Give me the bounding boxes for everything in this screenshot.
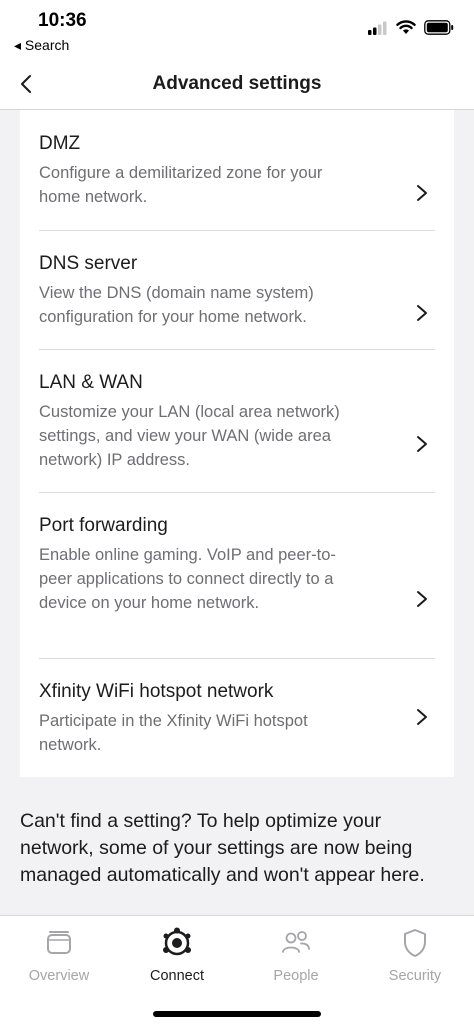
divider [39, 230, 435, 231]
shield-icon [404, 929, 426, 957]
chevron-right-icon [417, 591, 427, 607]
tab-label: Connect [149, 968, 204, 984]
tab-people[interactable]: People [237, 926, 355, 984]
chevron-right-icon [417, 185, 427, 201]
tab-label: Security [388, 968, 442, 984]
overview-icon [47, 931, 71, 954]
tab-bar: Overview Connect People Security [0, 915, 474, 1026]
setting-title: LAN & WAN [39, 372, 143, 393]
setting-item-xfinity-wifi-hotspot[interactable]: Xfinity WiFi hotspot network Participate… [39, 680, 435, 757]
chevron-right-icon [417, 305, 427, 321]
setting-title: Xfinity WiFi hotspot network [39, 681, 274, 702]
setting-item-dmz[interactable]: DMZ Configure a demilitarized zone for y… [39, 132, 435, 209]
settings-footer-note: Can't find a setting? To help optimize y… [20, 810, 425, 886]
status-bar: 10:36 ◂ Search [0, 0, 474, 60]
tab-label: People [273, 968, 319, 984]
chevron-right-icon [417, 436, 427, 452]
divider [39, 492, 435, 493]
navigation-bar: Advanced settings [0, 60, 474, 110]
tab-label: Overview [28, 968, 90, 984]
tab-connect[interactable]: Connect [118, 926, 236, 984]
chevron-right-icon [417, 709, 427, 725]
status-time: 10:36 [38, 10, 87, 31]
setting-item-port-forwarding[interactable]: Port forwarding Enable online gaming. Vo… [39, 514, 435, 615]
divider [39, 349, 435, 350]
setting-description: Participate in the Xfinity WiFi hotspot … [39, 712, 308, 754]
setting-title: DNS server [39, 253, 138, 274]
back-to-search-link[interactable]: ◂ Search [14, 37, 69, 54]
setting-description: Customize your LAN (local area network) … [39, 403, 340, 469]
people-icon [282, 931, 310, 953]
tab-overview[interactable]: Overview [0, 926, 118, 984]
tab-security[interactable]: Security [356, 926, 474, 984]
setting-description: Enable online gaming. VoIP and peer-to-p… [39, 546, 336, 612]
setting-item-lan-wan[interactable]: LAN & WAN Customize your LAN (local area… [39, 371, 435, 472]
divider [39, 658, 435, 659]
setting-item-dns-server[interactable]: DNS server View the DNS (domain name sys… [39, 252, 435, 329]
status-icons [368, 20, 454, 35]
connect-icon [163, 927, 191, 956]
home-indicator [153, 1011, 321, 1017]
setting-description: View the DNS (domain name system) config… [39, 284, 314, 326]
wifi-icon [396, 20, 416, 34]
battery-icon [424, 20, 454, 35]
settings-card: DMZ Configure a demilitarized zone for y… [20, 110, 454, 777]
setting-title: Port forwarding [39, 515, 168, 536]
setting-title: DMZ [39, 133, 81, 154]
setting-description: Configure a demilitarized zone for your … [39, 164, 323, 206]
page-title: Advanced settings [152, 73, 322, 94]
cellular-signal-icon [368, 21, 387, 35]
